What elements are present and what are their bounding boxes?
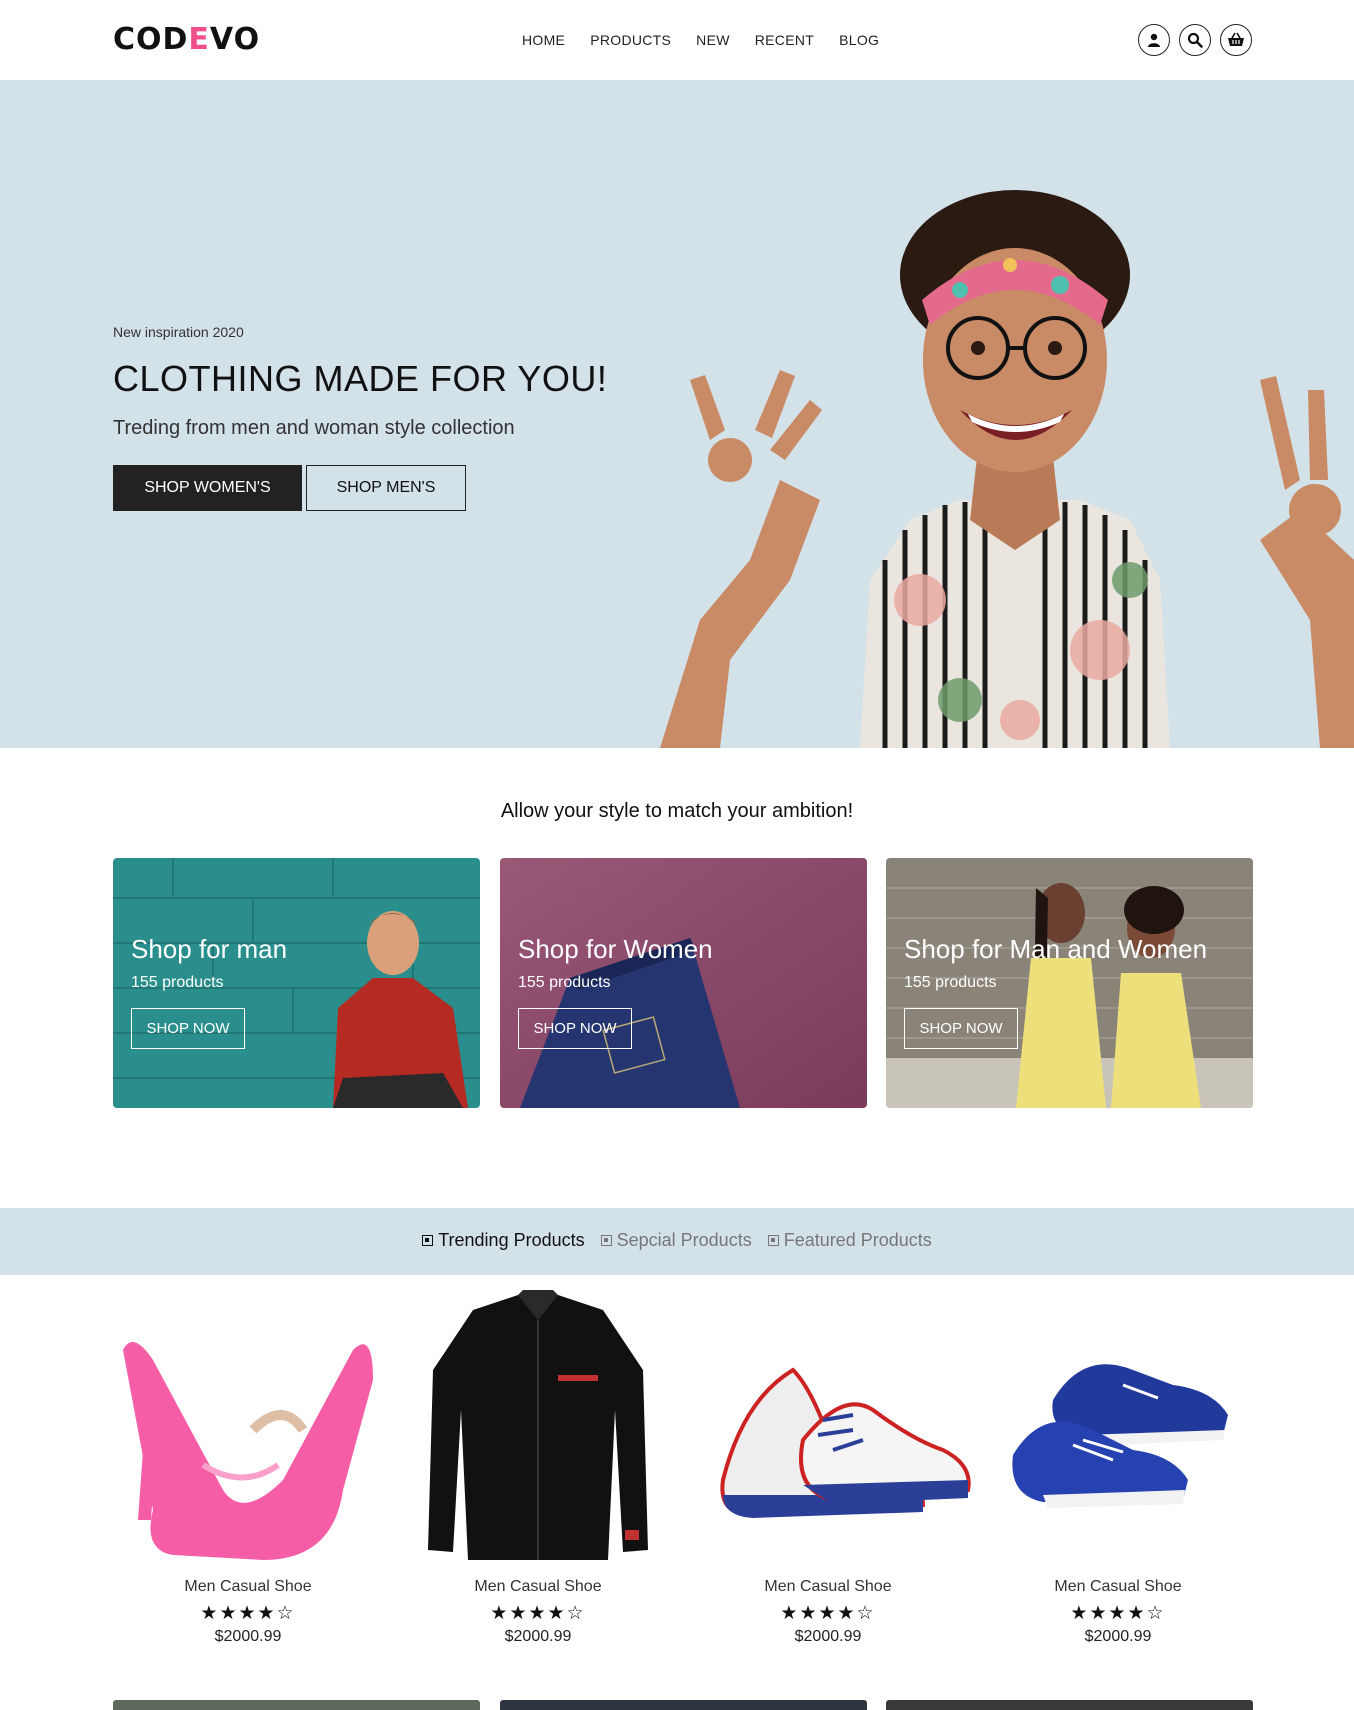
shop-now-button[interactable]: SHOP NOW bbox=[518, 1008, 632, 1049]
site-header: CODEVO HOME PRODUCTS NEW RECENT BLOG bbox=[0, 0, 1354, 80]
tab-marker-icon bbox=[767, 1235, 779, 1246]
user-icon[interactable] bbox=[1138, 24, 1170, 56]
hero-banner: New inspiration 2020 CLOTHING MADE FOR Y… bbox=[0, 80, 1354, 748]
product-card[interactable]: Men Casual Shoe ★★★★☆ $2000.99 bbox=[393, 1290, 683, 1660]
rating-stars: ★★★★☆ bbox=[490, 1603, 586, 1624]
product-name: Men Casual Shoe bbox=[764, 1578, 892, 1595]
hero-eyebrow: New inspiration 2020 bbox=[113, 324, 244, 340]
product-card[interactable]: Men Casual Shoe ★★★★☆ $2000.99 bbox=[973, 1290, 1263, 1660]
rating-stars: ★★★★☆ bbox=[780, 1603, 876, 1624]
tab-label: Sepcial Products bbox=[616, 1230, 752, 1250]
nav-new[interactable]: NEW bbox=[696, 32, 730, 48]
category-count: 155 products bbox=[518, 974, 611, 991]
next-row-preview bbox=[500, 1700, 867, 1710]
product-price: $2000.99 bbox=[504, 1628, 572, 1645]
product-image-pink-heels bbox=[123, 1342, 373, 1560]
product-tabs-bar: Trending Products Sepcial Products Featu… bbox=[0, 1208, 1354, 1275]
hero-title: CLOTHING MADE FOR YOU! bbox=[113, 358, 608, 399]
tab-special[interactable]: Sepcial Products bbox=[600, 1230, 752, 1251]
shop-now-button[interactable]: SHOP NOW bbox=[904, 1008, 1018, 1049]
product-card[interactable]: Men Casual Shoe ★★★★☆ $2000.99 bbox=[683, 1290, 973, 1660]
shop-now-button[interactable]: SHOP NOW bbox=[131, 1008, 245, 1049]
nav-recent[interactable]: RECENT bbox=[755, 32, 814, 48]
category-title: Shop for Women bbox=[518, 934, 713, 964]
search-icon[interactable] bbox=[1179, 24, 1211, 56]
product-name: Men Casual Shoe bbox=[474, 1578, 602, 1595]
section-title: Allow your style to match your ambition! bbox=[500, 800, 854, 822]
main-nav: HOME PRODUCTS NEW RECENT BLOG bbox=[522, 32, 879, 48]
nav-blog[interactable]: BLOG bbox=[839, 32, 879, 48]
nav-home[interactable]: HOME bbox=[522, 32, 565, 48]
category-card-man-women[interactable]: Shop for Man and Women 155 products SHOP… bbox=[886, 858, 1253, 1108]
shop-women-button[interactable]: SHOP WOMEN'S bbox=[113, 465, 302, 511]
product-image-black-shirt bbox=[428, 1290, 648, 1560]
tab-label: Featured Products bbox=[783, 1230, 932, 1250]
category-title: Shop for man bbox=[131, 934, 288, 964]
tab-label: Trending Products bbox=[438, 1230, 585, 1250]
category-count: 155 products bbox=[131, 974, 224, 991]
tab-trending[interactable]: Trending Products bbox=[422, 1230, 585, 1251]
category-card-man[interactable]: Shop for man 155 products SHOP NOW bbox=[113, 858, 480, 1108]
tab-marker-icon bbox=[422, 1235, 434, 1246]
header-icons bbox=[1138, 24, 1252, 56]
product-tabs: Trending Products Sepcial Products Featu… bbox=[0, 1230, 1354, 1251]
next-row-preview bbox=[886, 1700, 1253, 1710]
product-price: $2000.99 bbox=[794, 1628, 862, 1645]
next-row-preview bbox=[113, 1700, 480, 1710]
logo-part-1: COD bbox=[113, 22, 189, 57]
product-image-blue-boat-shoes bbox=[1012, 1364, 1228, 1508]
shop-men-button[interactable]: SHOP MEN'S bbox=[306, 465, 466, 511]
category-title: Shop for Man and Women bbox=[904, 934, 1208, 964]
basket-icon[interactable] bbox=[1220, 24, 1252, 56]
product-price: $2000.99 bbox=[214, 1628, 282, 1645]
rating-stars: ★★★★☆ bbox=[200, 1603, 296, 1624]
tab-featured[interactable]: Featured Products bbox=[767, 1230, 932, 1251]
hero-model-image bbox=[660, 190, 1354, 748]
product-name: Men Casual Shoe bbox=[184, 1578, 312, 1595]
product-card[interactable]: Men Casual Shoe ★★★★☆ $2000.99 bbox=[103, 1290, 393, 1660]
rating-stars: ★★★★☆ bbox=[1070, 1603, 1166, 1624]
logo[interactable]: CODEVO bbox=[113, 22, 260, 57]
logo-accent: E bbox=[188, 22, 210, 57]
product-image-sneakers bbox=[720, 1367, 971, 1518]
hero-subtitle: Treding from men and woman style collect… bbox=[113, 417, 515, 439]
category-count: 155 products bbox=[904, 974, 997, 991]
product-name: Men Casual Shoe bbox=[1054, 1578, 1182, 1595]
category-card-women[interactable]: Shop for Women 155 products SHOP NOW bbox=[500, 858, 867, 1108]
product-price: $2000.99 bbox=[1084, 1628, 1152, 1645]
nav-products[interactable]: PRODUCTS bbox=[590, 32, 671, 48]
logo-part-2: VO bbox=[209, 22, 261, 57]
tab-marker-icon bbox=[600, 1235, 612, 1246]
